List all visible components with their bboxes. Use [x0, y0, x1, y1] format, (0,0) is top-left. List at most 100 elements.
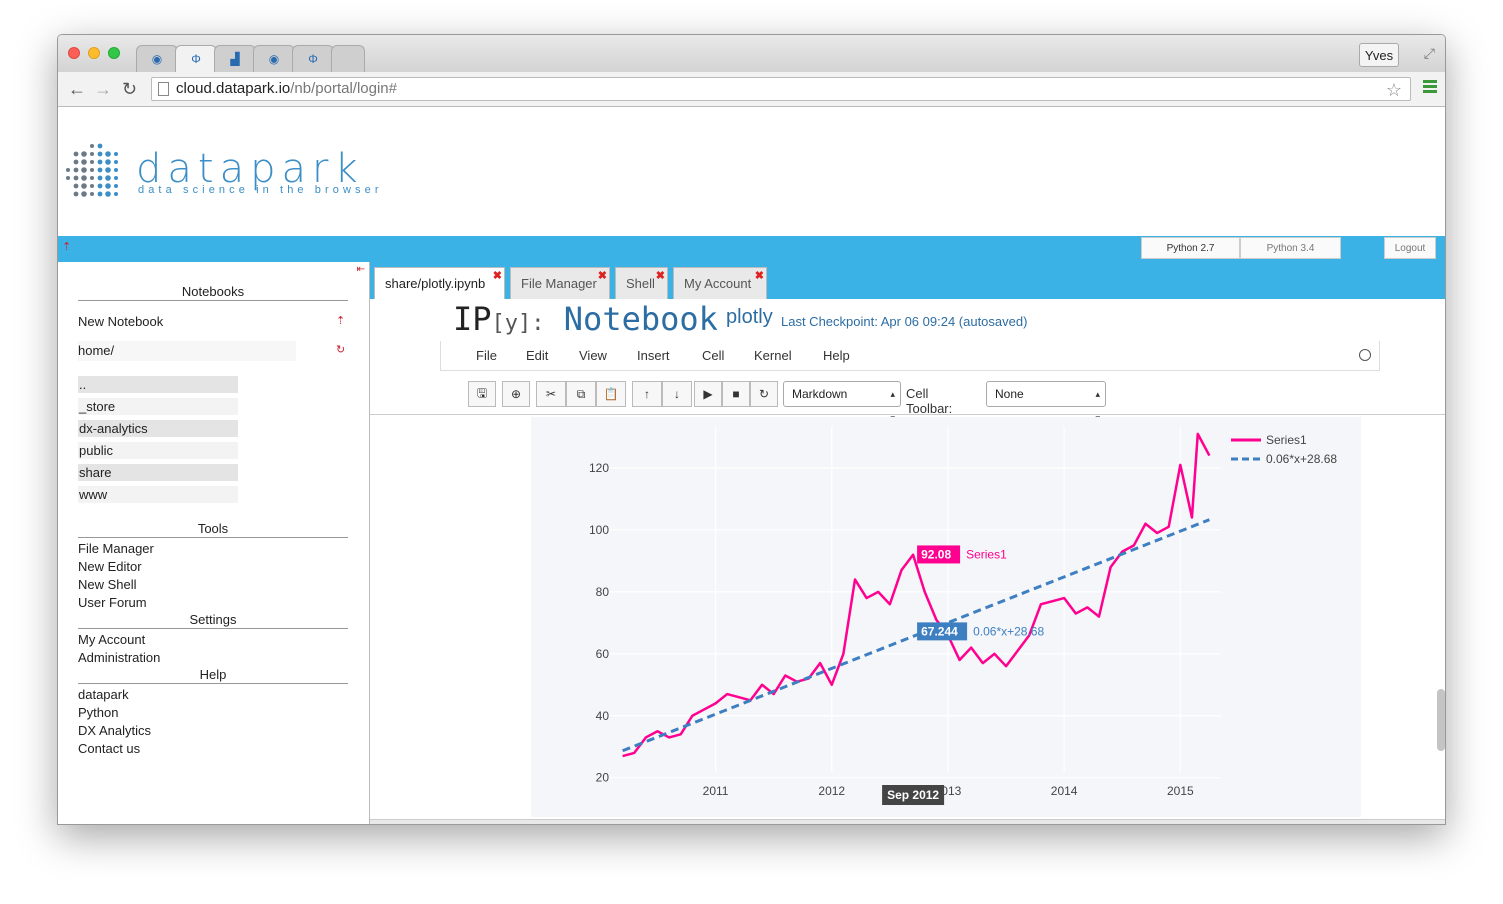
toolbar-divider [370, 414, 1445, 415]
save-icon[interactable]: 🖫 [468, 381, 496, 407]
menu-insert[interactable]: Insert [637, 348, 670, 363]
hover-value-text: 67.244 [921, 624, 958, 638]
refresh-icon[interactable]: ↻ [336, 343, 345, 356]
insert-cell-icon[interactable]: ⊕ [502, 381, 530, 407]
logo-dot [73, 175, 79, 181]
window-minimize-button[interactable] [88, 47, 100, 59]
pin-icon[interactable]: ⇡ [62, 240, 71, 253]
close-tab-icon[interactable]: ✖ [598, 269, 607, 282]
back-arrow-icon[interactable]: ← [68, 79, 86, 100]
settings-administration[interactable]: Administration [78, 650, 160, 665]
cell-type-select[interactable]: Markdown▴▾ [783, 381, 901, 423]
reload-icon[interactable]: ↻ [122, 79, 137, 100]
python34-button[interactable]: Python 3.4 [1240, 237, 1341, 259]
forward-arrow-icon[interactable]: → [94, 79, 112, 100]
upload-icon[interactable]: ⇡ [336, 314, 345, 327]
logout-button[interactable]: Logout [1384, 237, 1436, 259]
settings-header: Settings [78, 612, 348, 629]
hover-value-text: 92.08 [921, 547, 951, 561]
dir-item-store[interactable]: _store [78, 398, 238, 415]
notebook-scrollbar[interactable] [1437, 689, 1445, 751]
logo-dot [114, 160, 118, 164]
logo-dot [90, 168, 94, 172]
settings-my-account[interactable]: My Account [78, 632, 145, 647]
globe-icon: ◉ [268, 52, 280, 66]
help-datapark[interactable]: datapark [78, 687, 129, 702]
logo-dot [105, 159, 111, 165]
browser-tab-4[interactable]: ◉ [253, 45, 295, 72]
dir-item-public[interactable]: public [78, 442, 238, 459]
dir-item-dx-analytics[interactable]: dx-analytics [78, 420, 238, 437]
tab-plotly-notebook[interactable]: share/plotly.ipynb ✖ [374, 267, 505, 299]
browser-tab-1[interactable]: ◉ [136, 45, 178, 72]
menu-help[interactable]: Help [823, 348, 850, 363]
menu-file[interactable]: File [476, 348, 497, 363]
user-profile-button[interactable]: Yves [1359, 43, 1399, 67]
globe-icon: ◉ [151, 52, 163, 66]
bookmark-star-icon[interactable]: ☆ [1386, 79, 1402, 101]
tool-user-forum[interactable]: User Forum [78, 595, 147, 610]
copy-icon[interactable]: ⧉ [566, 381, 596, 407]
logo-dot [105, 151, 111, 157]
help-python[interactable]: Python [78, 705, 118, 720]
y-tick-label: 120 [589, 461, 609, 475]
paste-icon[interactable]: 📋 [596, 381, 626, 407]
browser-tab-5[interactable]: Φ [292, 45, 334, 72]
menu-edit[interactable]: Edit [526, 348, 548, 363]
help-dx-analytics[interactable]: DX Analytics [78, 723, 151, 738]
move-up-icon[interactable]: ↑ [632, 381, 662, 407]
browser-tab-3[interactable]: ▟ [214, 45, 256, 72]
y-tick-label: 80 [596, 585, 610, 599]
collapse-sidebar-icon[interactable]: ⇤ [357, 264, 365, 275]
window-maximize-button[interactable] [108, 47, 120, 59]
y-tick-label: 100 [589, 523, 609, 537]
notebook-name[interactable]: plotly [726, 306, 773, 329]
logo-dot [97, 175, 103, 181]
plotly-chart[interactable]: 2011 2012 2013 2014 2015 20 40 60 80 100 120 Series… [531, 417, 1361, 817]
tool-file-manager[interactable]: File Manager [78, 541, 154, 556]
run-icon[interactable]: ▶ [694, 381, 722, 407]
chart-svg[interactable]: 2011 2012 2013 2014 201520406080100120Series… [531, 417, 1361, 817]
menu-view[interactable]: View [579, 348, 607, 363]
logo-dot [90, 160, 94, 164]
restart-icon[interactable]: ↻ [750, 381, 778, 407]
tab-file-manager[interactable]: File Manager ✖ [510, 267, 610, 299]
y-tick-label: 20 [596, 771, 610, 785]
new-tab-button[interactable] [331, 45, 365, 72]
logo-dot [105, 167, 111, 173]
python27-button[interactable]: Python 2.7 [1141, 237, 1240, 259]
tab-label: File Manager [521, 276, 597, 291]
new-notebook-link[interactable]: New Notebook [78, 314, 163, 329]
move-down-icon[interactable]: ↓ [662, 381, 692, 407]
tab-shell[interactable]: Shell ✖ [615, 267, 668, 299]
x-tick-label: 2012 [818, 784, 845, 798]
horizontal-scrollbar[interactable] [370, 819, 1445, 824]
menu-cell[interactable]: Cell [702, 348, 724, 363]
url-input[interactable]: cloud.datapark.io/nb/portal/login# ☆ [151, 77, 1411, 101]
close-tab-icon[interactable]: ✖ [755, 269, 764, 282]
help-contact-us[interactable]: Contact us [78, 741, 140, 756]
browser-menu-icon[interactable] [1423, 80, 1437, 95]
x-tick-label: 2014 [1051, 784, 1078, 798]
fullscreen-icon[interactable]: ⤢ [1424, 45, 1435, 62]
logo-dot [105, 191, 111, 197]
stop-icon[interactable]: ■ [722, 381, 750, 407]
window-close-button[interactable] [68, 47, 80, 59]
close-tab-icon[interactable]: ✖ [656, 269, 665, 282]
cut-icon[interactable]: ✂ [536, 381, 566, 407]
tool-new-shell[interactable]: New Shell [78, 577, 137, 592]
dir-item-parent[interactable]: .. [78, 376, 238, 393]
menu-kernel[interactable]: Kernel [754, 348, 792, 363]
logo-dot [66, 176, 70, 180]
logo-dot [114, 192, 118, 196]
logo-dot [114, 152, 118, 156]
close-tab-icon[interactable]: ✖ [493, 269, 502, 282]
tool-new-editor[interactable]: New Editor [78, 559, 142, 574]
cell-toolbar-select[interactable]: None▴▾ [986, 381, 1106, 423]
dir-item-share[interactable]: share [78, 464, 238, 481]
tab-my-account[interactable]: My Account ✖ [673, 267, 767, 299]
browser-tab-2[interactable]: Φ [175, 45, 217, 72]
home-dir[interactable]: home/ [78, 341, 296, 361]
dir-item-www[interactable]: www [78, 486, 238, 503]
sidebar: ⇤ Notebooks New Notebook ⇡ home/ ↻ .. _s… [58, 262, 370, 824]
